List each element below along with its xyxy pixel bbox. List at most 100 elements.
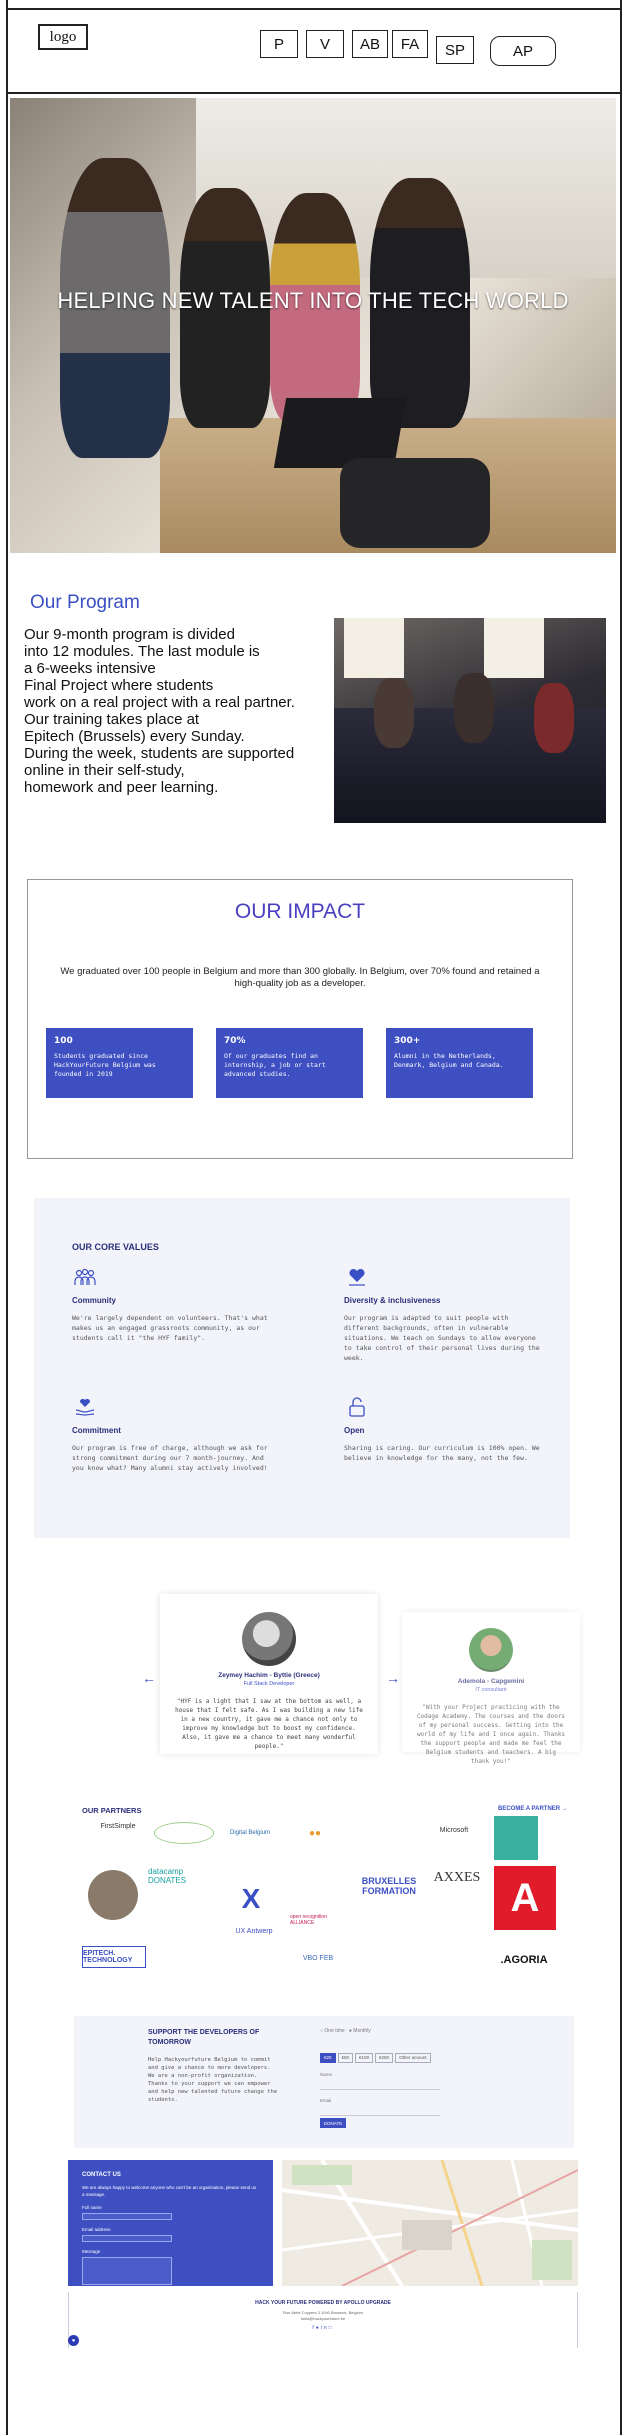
value-item: Diversity & inclusiveness Our program is… [344, 1264, 544, 1363]
field-label: Email address [82, 2227, 111, 2232]
impact-number: 300+ [394, 1036, 421, 1046]
amount-option[interactable]: €250 [375, 2053, 394, 2063]
impact-card: 300+ Alumni in the Netherlands, Denmark,… [386, 1028, 533, 1098]
impact-card: 70% Of our graduates find an internship,… [216, 1028, 363, 1098]
value-item: Commitment Our program is free of charge… [72, 1394, 272, 1473]
program-title: Our Program [30, 592, 140, 613]
testimonial-card-main: Zeymey Hachim - Byttie (Greece) Full Sta… [160, 1594, 378, 1754]
partner-logo-blue[interactable] [356, 1822, 412, 1836]
partner-logo-red[interactable]: A [494, 1866, 556, 1930]
partners-title: OUR PARTNERS [82, 1806, 142, 1815]
partner-logo[interactable]: Digital Belgium [226, 1816, 274, 1850]
impact-number: 70% [224, 1036, 246, 1046]
partner-logo[interactable]: datacamp DONATES [148, 1866, 218, 1886]
field-label: Message [82, 2249, 101, 2254]
become-partner-link[interactable]: BECOME A PARTNER → [498, 1806, 568, 1812]
nav-button-ab[interactable]: AB [352, 30, 388, 58]
testimonial-card-side: Ademola - Capgemini IT consultant "With … [402, 1612, 580, 1765]
footer: HACK YOUR FUTURE POWERED BY APOLLO UPGRA… [68, 2292, 578, 2348]
carousel-next-arrow[interactable]: → [386, 1670, 400, 1686]
testimonial-name: Ademola - Capgemini [457, 1678, 525, 1685]
partner-logo[interactable]: Microsoft [430, 1824, 478, 1836]
partner-logo-seal[interactable] [88, 1870, 138, 1920]
carousel-prev-arrow[interactable]: ← [142, 1670, 156, 1686]
hero-title: HELPING NEW TALENT INTO THE TECH WORLD [57, 288, 569, 313]
nav-button-fa[interactable]: FA [392, 30, 428, 58]
impact-section: OUR IMPACT We graduated over 100 people … [27, 879, 573, 1159]
partner-logo-teal[interactable] [494, 1816, 538, 1860]
hero-banner: HELPING NEW TALENT INTO THE TECH WORLD [10, 98, 616, 553]
contact-text: We are always happy to welcome anyone wh… [82, 2185, 257, 2197]
partner-logo-round[interactable] [154, 1822, 214, 1844]
support-section: SUPPORT THE DEVELOPERS OF TOMORROW Help … [74, 2016, 574, 2148]
value-item: Community We're largely dependent on vol… [72, 1264, 272, 1343]
frequency-radio[interactable]: ○ One time ● Monthly [320, 2028, 520, 2034]
donate-button[interactable]: DONATE [320, 2118, 346, 2128]
partner-logo[interactable]: VBO FEB [290, 1950, 346, 1966]
linkedin-icon[interactable]: in [321, 2325, 329, 2331]
partner-logo[interactable]: FirstSimple [90, 1820, 146, 1832]
location-map[interactable] [282, 2160, 578, 2286]
value-text: We're largely dependent on volunteers. T… [72, 1314, 268, 1342]
avatar [469, 1628, 513, 1672]
account-button[interactable]: AP [490, 36, 556, 66]
impact-number: 100 [54, 1036, 73, 1046]
impact-desc: Alumni in the Netherlands, Denmark, Belg… [394, 1052, 504, 1069]
amount-option[interactable]: €100 [355, 2053, 374, 2063]
email-field[interactable] [320, 2115, 440, 2116]
fullname-input[interactable] [82, 2213, 172, 2220]
impact-title: OUR IMPACT [234, 900, 366, 923]
commitment-icon [72, 1394, 98, 1420]
partner-logo-orange[interactable]: ●● [290, 1818, 340, 1848]
footer-title: HACK YOUR FUTURE POWERED BY APOLLO UPGRA… [255, 2300, 391, 2306]
support-text: Help Hackyourfuture Belgium to commit an… [148, 2057, 278, 2103]
radio-label: One time [324, 2028, 345, 2034]
value-text: Our program is free of charge, although … [72, 1444, 268, 1472]
partner-logo-ux[interactable]: X [226, 1876, 276, 1922]
nav-button-p[interactable]: P [260, 30, 298, 58]
contact-form: CONTACT US We are always happy to welcom… [68, 2160, 273, 2298]
partner-logo[interactable]: BRUXELLES FORMATION [356, 1868, 422, 1904]
instagram-icon[interactable]: □ [329, 2325, 334, 2331]
impact-text: We graduated over 100 people in Belgium … [60, 966, 540, 989]
amount-option[interactable]: €20 [320, 2053, 336, 2063]
chat-icon[interactable]: ● [68, 2335, 79, 2346]
value-text: Sharing is caring. Our curriculum is 100… [344, 1444, 540, 1462]
value-title: Commitment [72, 1426, 121, 1435]
lock-open-icon [344, 1394, 370, 1420]
value-title: Open [344, 1426, 365, 1435]
testimonial-quote: "With your Project practicing with the C… [416, 1704, 566, 1765]
nav-button-sp[interactable]: SP [436, 36, 474, 64]
logo[interactable]: logo [38, 24, 88, 50]
value-text: Our program is adapted to suit people wi… [344, 1314, 540, 1362]
values-title: OUR CORE VALUES [72, 1242, 159, 1252]
partner-logo[interactable]: .AGORIA [494, 1952, 554, 1968]
nav-button-v[interactable]: V [306, 30, 344, 58]
core-values-section: OUR CORE VALUES Community We're largely … [34, 1198, 570, 1538]
partner-logo[interactable]: UX Antwerp [226, 1925, 282, 1937]
partner-logo[interactable]: open recognition ALLIANCE [290, 1876, 350, 1926]
hero-backpack [340, 458, 490, 548]
message-textarea[interactable] [82, 2257, 172, 2285]
partner-logo[interactable]: EPITECH. TECHNOLOGY [82, 1946, 146, 1968]
photo-person [374, 678, 414, 748]
name-field[interactable] [320, 2089, 440, 2090]
community-icon [72, 1264, 98, 1290]
impact-card: 100 Students graduated since HackYourFut… [46, 1028, 193, 1098]
testimonial-role: IT consultant [475, 1687, 507, 1693]
partner-logo[interactable]: AXXES [426, 1868, 488, 1888]
contact-title: CONTACT US [82, 2172, 121, 2178]
avatar [242, 1612, 296, 1666]
field-label: Name [320, 2072, 333, 2077]
email-input[interactable] [82, 2235, 172, 2242]
donation-form: ○ One time ● Monthly €20 €50 €100 €250 Other… [320, 2028, 520, 2116]
photo-person [454, 673, 494, 743]
program-photo [334, 618, 606, 823]
value-item: Open Sharing is caring. Our curriculum i… [344, 1394, 544, 1463]
heart-hand-icon [344, 1264, 370, 1290]
map-graphic [282, 2160, 578, 2286]
amount-option[interactable]: €50 [337, 2053, 354, 2063]
value-title: Diversity & inclusiveness [344, 1296, 441, 1305]
footer-email[interactable]: hello@hackyourfuture.be [69, 2316, 577, 2322]
amount-option[interactable]: Other amount [395, 2053, 431, 2063]
